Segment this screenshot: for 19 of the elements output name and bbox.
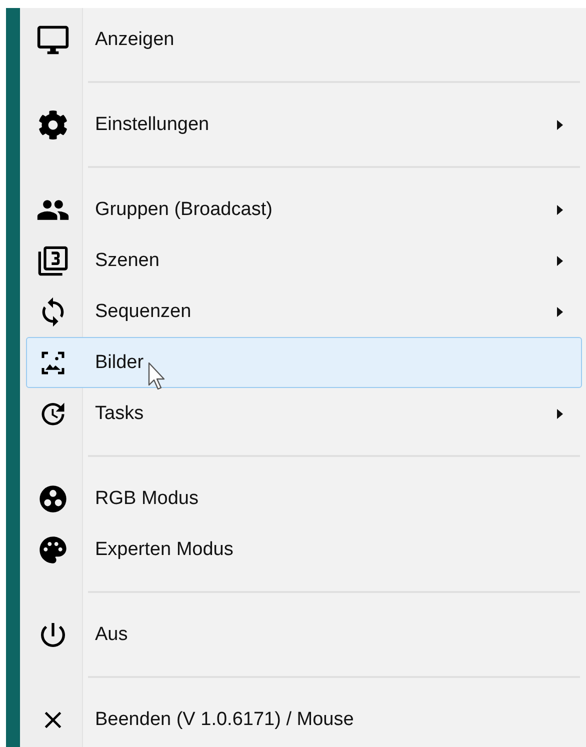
menu-item[interactable]: Experten Modus — [26, 524, 582, 575]
menu-item[interactable]: Szenen — [26, 235, 582, 286]
settings-icon — [38, 110, 68, 140]
menu-item[interactable]: Sequenzen — [26, 286, 582, 337]
submenu-arrow-icon — [557, 204, 563, 214]
menu-item[interactable]: Bilder — [26, 337, 582, 388]
menu-item[interactable]: Aus — [26, 609, 582, 660]
menu-item[interactable]: Beenden (V 1.0.6171) / Mouse — [26, 694, 582, 745]
menu-item[interactable]: RGB Modus — [26, 473, 582, 524]
menu-item[interactable]: Anzeigen — [26, 14, 582, 65]
submenu-arrow-icon — [557, 408, 563, 418]
layers-three-icon — [37, 244, 69, 276]
menu-item[interactable]: Gruppen (Broadcast) — [26, 184, 582, 235]
palette-icon — [37, 534, 69, 566]
submenu-arrow-icon — [557, 306, 563, 316]
menu-item[interactable]: Tasks — [26, 388, 582, 439]
submenu-arrow-icon — [557, 256, 563, 266]
menu-item[interactable]: Einstellungen — [26, 99, 582, 150]
submenu-arrow-icon — [557, 120, 563, 130]
